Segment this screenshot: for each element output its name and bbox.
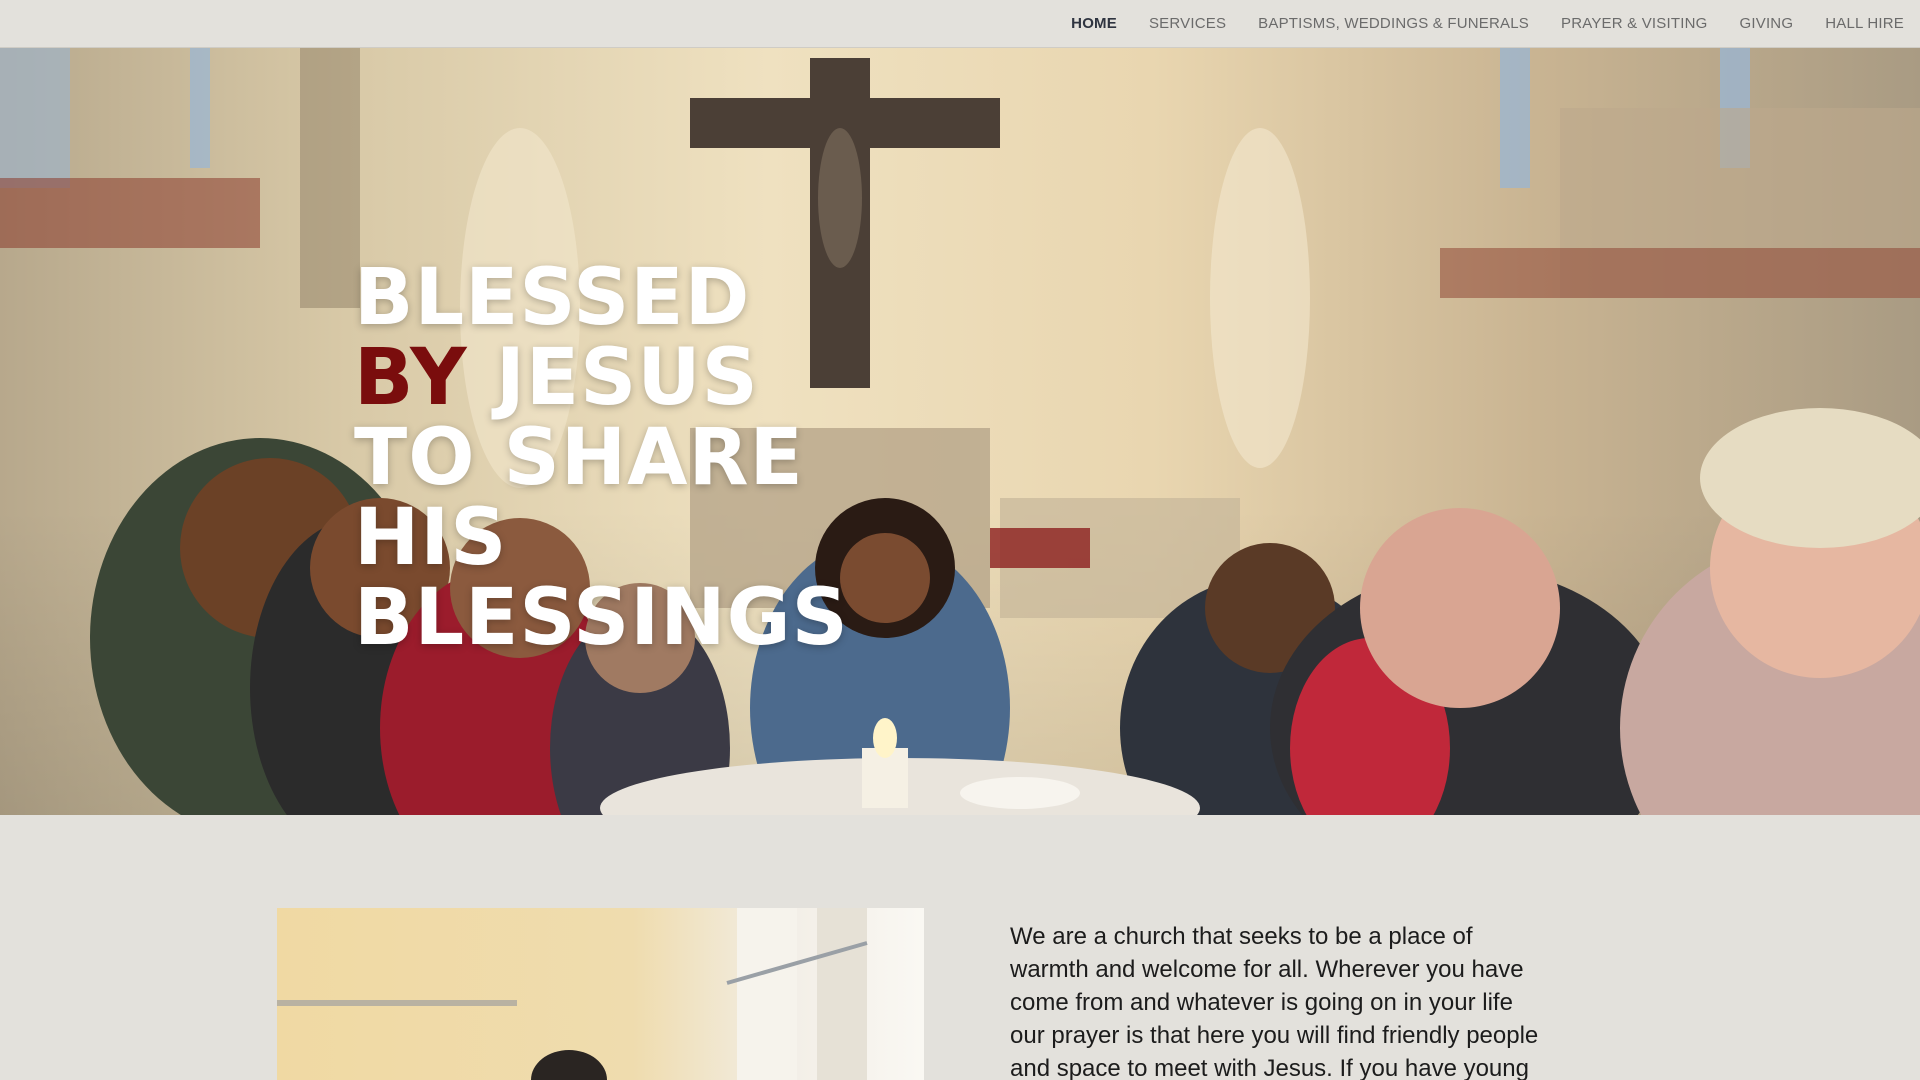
nav-services[interactable]: SERVICES — [1149, 15, 1226, 32]
intro-photo — [277, 908, 924, 1080]
main-navigation: HOME SERVICES BAPTISMS, WEDDINGS & FUNER… — [0, 0, 1920, 48]
hero-title-accent: by — [354, 333, 468, 423]
hero-photo — [0, 48, 1920, 815]
nav-giving[interactable]: GIVING — [1740, 15, 1794, 32]
nav-baptisms-weddings-funerals[interactable]: BAPTISMS, WEDDINGS & FUNERALS — [1258, 15, 1529, 32]
hero-banner: Blessed by Jesus to share his blessings — [0, 48, 1920, 815]
intro-paragraph: We are a church that seeks to be a place… — [1010, 923, 1539, 1080]
nav-home[interactable]: HOME — [1071, 15, 1117, 32]
nav-hall-hire[interactable]: HALL HIRE — [1825, 15, 1904, 32]
intro-photo-graphic — [277, 908, 868, 1080]
hero-title-part1: Blessed — [354, 253, 751, 343]
hero-title: Blessed by Jesus to share his blessings — [354, 258, 874, 658]
nav-prayer-visiting[interactable]: PRAYER & VISITING — [1561, 15, 1708, 32]
